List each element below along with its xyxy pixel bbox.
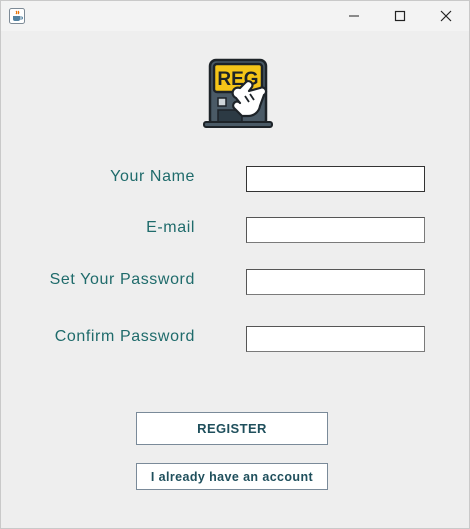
confirm-password-label: Confirm Password (54, 328, 195, 345)
minimize-button[interactable] (331, 1, 377, 31)
registration-machine-hand-icon: REG (203, 58, 273, 128)
title-bar (1, 1, 469, 31)
name-field[interactable] (246, 166, 425, 192)
email-field[interactable] (246, 217, 425, 243)
register-button[interactable]: REGISTER (136, 412, 328, 445)
password-label: Set Your Password (49, 271, 195, 288)
have-account-button[interactable]: I already have an account (136, 463, 328, 490)
password-field[interactable] (246, 269, 425, 295)
registration-logo: REG (202, 58, 274, 130)
confirm-password-field[interactable] (246, 326, 425, 352)
email-label: E-mail (146, 219, 195, 236)
java-cup-icon (9, 8, 25, 24)
registration-window: REG Your Name E-mail Set Your Password C… (0, 0, 470, 529)
close-icon (440, 10, 452, 22)
maximize-button[interactable] (377, 1, 423, 31)
minimize-icon (349, 15, 359, 17)
close-button[interactable] (423, 1, 469, 31)
maximize-icon (394, 10, 406, 22)
name-label: Your Name (110, 168, 195, 185)
